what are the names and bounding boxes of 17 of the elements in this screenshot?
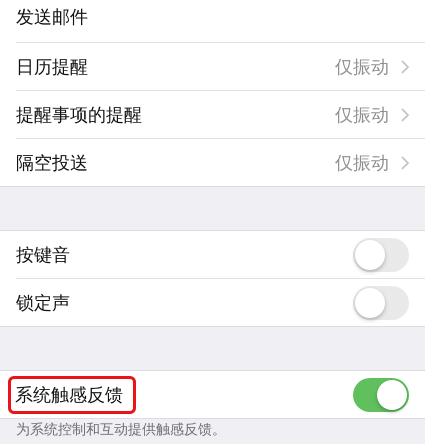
toggle-switch[interactable] [353,378,409,412]
footer-note: 为系统控制和互动提供触感反馈。 [15,421,227,439]
setting-label: 提醒事项的提醒 [16,104,143,126]
setting-label: 日历提醒 [16,56,89,78]
toggle-switch[interactable] [353,286,409,320]
setting-label: 隔空投送 [16,152,89,174]
toggle-switch[interactable] [353,238,409,272]
setting-label: 发送邮件 [16,6,89,29]
setting-value: 仅振动 [335,56,389,78]
setting-label: 按键音 [16,244,71,266]
setting-value: 仅振动 [335,152,389,174]
chevron-icon[interactable] [401,108,409,122]
chevron-icon[interactable] [401,156,409,170]
setting-label: 系统触感反馈 [8,376,136,414]
setting-value: 仅振动 [335,104,389,126]
chevron-icon[interactable] [401,60,409,74]
setting-label: 锁定声 [16,292,71,314]
